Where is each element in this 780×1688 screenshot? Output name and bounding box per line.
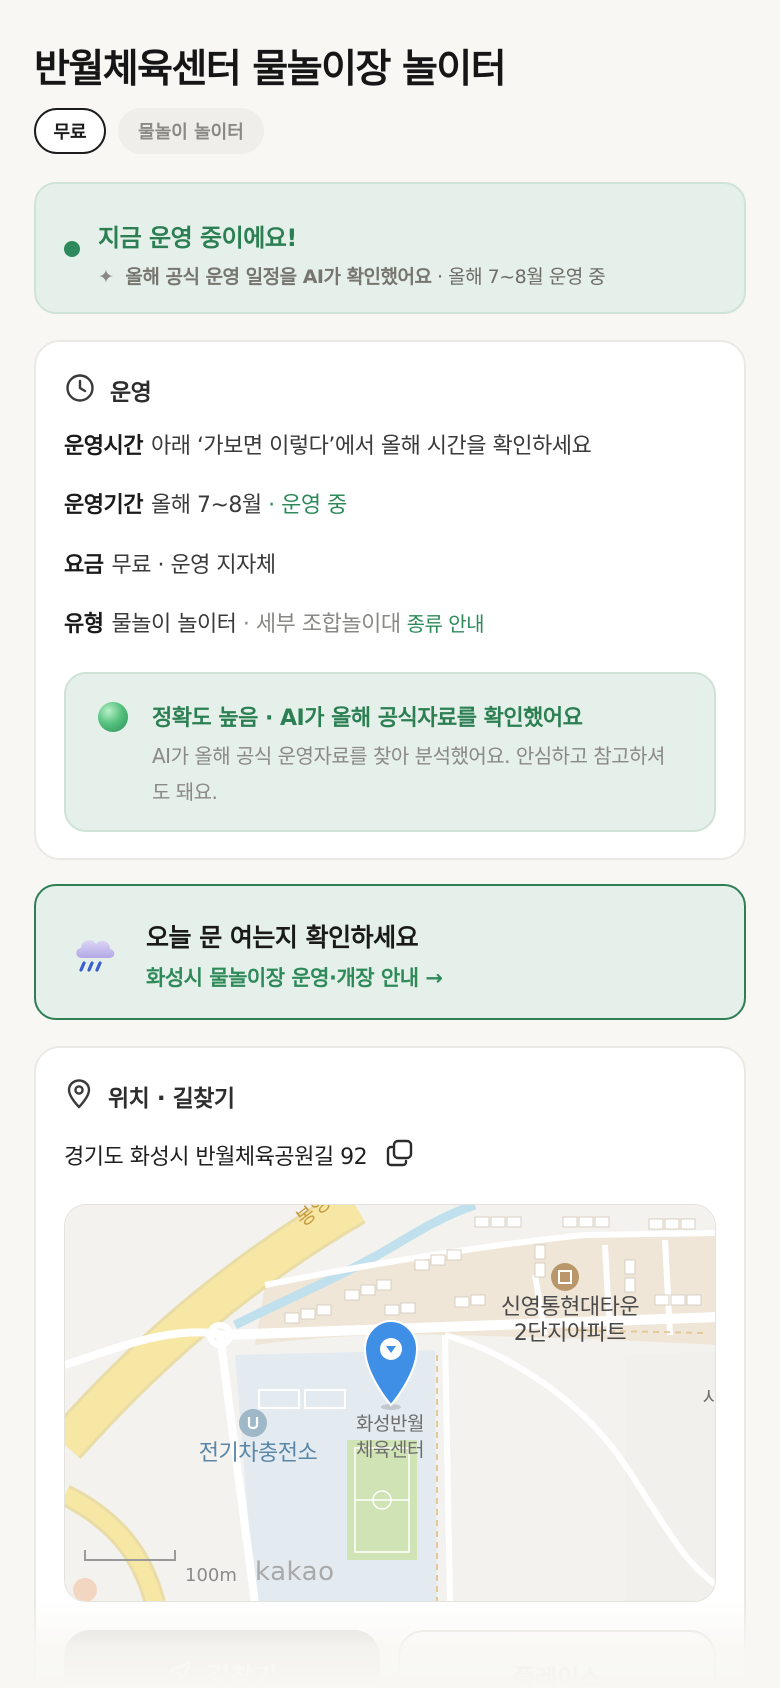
location-pin-icon <box>64 1078 94 1114</box>
accuracy-body: AI가 올해 공식 운영자료를 찾아 분석했어요. 안심하고 참고하셔도 돼요. <box>152 744 665 804</box>
sports-center-label-line1: 화성반월 <box>356 1413 424 1435</box>
row-period-key: 운영기간 <box>64 493 143 518</box>
row-fee-value: 무료 · 운영 지자체 <box>111 553 276 578</box>
place-button[interactable]: 플레이스 <box>398 1630 716 1688</box>
row-hours-value: 아래 ‘가보면 이렇다’에서 올해 시간을 확인하세요 <box>150 434 592 459</box>
chip-free[interactable]: 무료 <box>34 108 106 154</box>
apt-label-line2: 2단지아파트 <box>513 1321 627 1346</box>
operation-card: 운영 운영시간 아래 ‘가보면 이렇다’에서 올해 시간을 확인하세요 운영기간 올… <box>34 340 746 860</box>
chip-type[interactable]: 물놀이 놀이터 <box>118 108 264 154</box>
row-type-value: 물놀이 놀이터 <box>111 612 237 637</box>
status-dot-icon <box>64 241 80 257</box>
page: 반월체육센터 물놀이장 놀이터 무료 물놀이 놀이터 지금 운영 중이에요! ✦… <box>0 0 780 1688</box>
row-fee: 요금 무료 · 운영 지자체 <box>64 547 276 579</box>
operating-status-card: 지금 운영 중이에요! ✦ 올해 공식 운영 일정을 AI가 확인했어요 · 올해… <box>34 182 746 314</box>
status-title: 지금 운영 중이에요! <box>98 224 297 252</box>
operation-header: 운영 <box>64 372 152 408</box>
address-row: 경기도 화성시 반월체육공원길 92 <box>64 1138 415 1172</box>
status-ai-note: 올해 공식 운영 일정을 AI가 확인했어요 <box>125 266 432 288</box>
directions-button-label: 길찾기 <box>206 1662 278 1688</box>
open-check-card[interactable]: 오늘 문 여는지 확인하세요 화성시 물놀이장 운영·개장 안내 → <box>34 884 746 1020</box>
row-type: 유형 물놀이 놀이터 · 세부 조합놀이대 종류 안내 <box>64 606 485 638</box>
accuracy-box: 정확도 높음 · AI가 올해 공식자료를 확인했어요 AI가 올해 공식 운영… <box>64 672 716 832</box>
scale-label: 100m <box>185 1565 237 1586</box>
map-view[interactable]: 봉영로 신영통현대타운 2단지아파트 화성반월 체육센터 전기차충전소 시 10… <box>64 1204 716 1602</box>
status-period: · 올해 7~8월 운영 중 <box>431 266 606 288</box>
clock-icon <box>64 372 96 408</box>
sparkle-icon: ✦ <box>98 266 114 288</box>
page-title: 반월체육센터 물놀이장 놀이터 <box>34 47 507 92</box>
kakao-logo: kakao <box>255 1557 335 1587</box>
sports-center-label: 화성반월 체육센터 <box>335 1411 445 1463</box>
ev-charger-label: 전기차충전소 <box>198 1441 318 1466</box>
open-check-title: 오늘 문 여는지 확인하세요 <box>146 923 419 952</box>
row-hours: 운영시간 아래 ‘가보면 이렇다’에서 올해 시간을 확인하세요 <box>64 428 592 460</box>
location-header: 위치 · 길찾기 <box>64 1078 235 1114</box>
location-header-label: 위치 · 길찾기 <box>108 1086 235 1112</box>
sports-center-label-line2: 체육센터 <box>356 1439 424 1461</box>
row-period-value: 올해 7~8월 <box>150 493 262 518</box>
row-type-detail: · 세부 조합놀이대 <box>236 612 401 637</box>
rain-cloud-icon <box>72 932 118 978</box>
row-period-status: · 운영 중 <box>261 493 347 518</box>
row-type-key: 유형 <box>64 612 104 637</box>
accuracy-orb-icon <box>98 702 128 732</box>
edge-label: 시 <box>701 1385 716 1411</box>
send-arrow-icon <box>166 1658 194 1688</box>
accuracy-title: 정확도 높음 · AI가 올해 공식자료를 확인했어요 <box>152 706 583 731</box>
operation-header-label: 운영 <box>110 380 152 406</box>
row-fee-key: 요금 <box>64 553 104 578</box>
row-hours-key: 운영시간 <box>64 434 143 459</box>
row-period: 운영기간 올해 7~8월 · 운영 중 <box>64 487 347 519</box>
apt-label-line1: 신영통현대타운 <box>500 1295 640 1320</box>
status-subtitle: ✦ 올해 공식 운영 일정을 AI가 확인했어요 · 올해 7~8월 운영 중 <box>98 262 606 289</box>
address-text: 경기도 화성시 반월체육공원길 92 <box>64 1145 368 1170</box>
open-check-link[interactable]: 화성시 물놀이장 운영·개장 안내 → <box>146 962 443 992</box>
directions-button[interactable]: 길찾기 <box>64 1630 380 1688</box>
location-card: 위치 · 길찾기 경기도 화성시 반월체육공원길 92 봉영로 신영통현대타운 … <box>34 1046 746 1688</box>
apt-label: 신영통현대타운 2단지아파트 <box>485 1295 655 1347</box>
map-canvas: 봉영로 <box>65 1205 715 1601</box>
type-guide-link[interactable]: 종류 안내 <box>407 612 485 636</box>
copy-icon[interactable] <box>385 1138 415 1172</box>
